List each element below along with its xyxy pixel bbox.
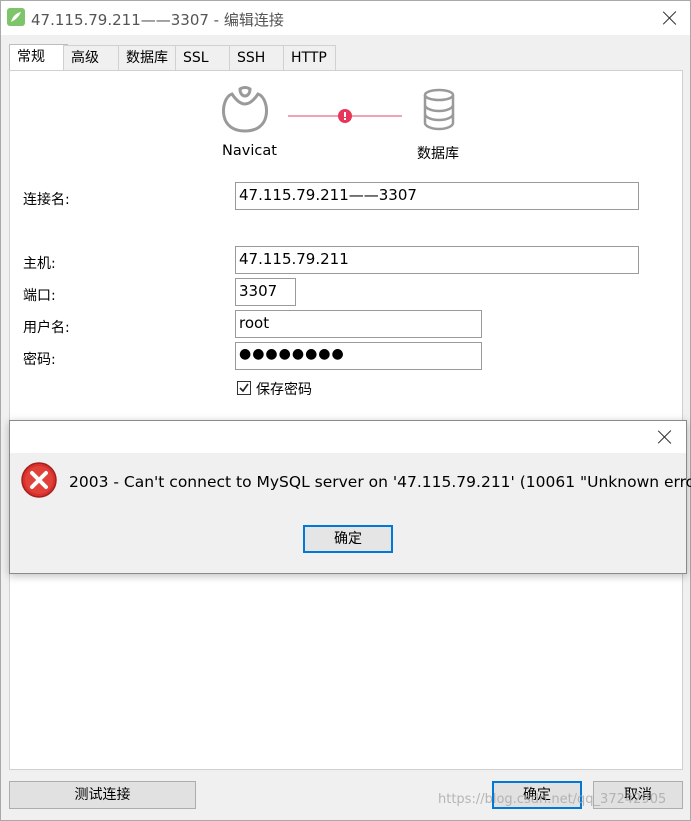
port-input[interactable]: 3307 [235, 278, 296, 306]
window-title: 47.115.79.211——3307 - 编辑连接 [31, 11, 284, 29]
error-dialog-title-bar [10, 421, 686, 453]
navicat-app-icon [7, 8, 25, 26]
edit-connection-window: 47.115.79.211——3307 - 编辑连接 常规 高级 数据库 SSL… [0, 0, 691, 821]
password-label: 密码: [23, 352, 56, 368]
error-ok-button[interactable]: 确定 [303, 525, 393, 553]
connection-name-input[interactable]: 47.115.79.211——3307 [235, 182, 639, 210]
tab-label: 高级 [71, 50, 99, 66]
tab-label: SSH [237, 50, 266, 66]
error-dialog-close-icon[interactable] [655, 427, 675, 447]
database-label: 数据库 [417, 146, 459, 162]
tab-databases[interactable]: 数据库 [118, 45, 177, 70]
username-label: 用户名: [23, 320, 70, 336]
error-dialog: 2003 - Can't connect to MySQL server on … [9, 420, 691, 574]
watermark: https://blog.csdn.net/qq_37242905 [438, 792, 667, 807]
navicat-seal-icon [222, 86, 268, 133]
host-input[interactable]: 47.115.79.211 [235, 246, 639, 274]
tab-advanced[interactable]: 高级 [63, 45, 120, 70]
host-label: 主机: [23, 256, 56, 272]
tab-http[interactable]: HTTP [283, 45, 336, 70]
save-password-checkbox[interactable] [237, 381, 251, 395]
tab-label: SSL [183, 50, 209, 66]
error-dialog-body: 2003 - Can't connect to MySQL server on … [10, 453, 691, 573]
tab-ssl[interactable]: SSL [175, 45, 231, 70]
navicat-label: Navicat [222, 143, 277, 159]
tab-general[interactable]: 常规 [9, 44, 68, 71]
test-connection-button[interactable]: 测试连接 [9, 781, 196, 809]
save-password-label: 保存密码 [256, 382, 312, 398]
error-icon [21, 462, 57, 498]
password-input[interactable]: ●●●●●●●● [235, 342, 482, 370]
tab-label: HTTP [291, 50, 327, 66]
tab-label: 数据库 [126, 50, 168, 66]
title-bar: 47.115.79.211——3307 - 编辑连接 [1, 1, 690, 35]
connection-name-label: 连接名: [23, 192, 70, 208]
username-input[interactable]: root [235, 310, 482, 338]
connection-error-icon [338, 109, 352, 123]
port-label: 端口: [23, 288, 56, 304]
tab-ssh[interactable]: SSH [229, 45, 285, 70]
database-icon [423, 88, 455, 131]
checkmark-icon [239, 383, 249, 393]
tab-label: 常规 [17, 49, 45, 65]
window-close-icon[interactable] [660, 8, 680, 28]
error-message: 2003 - Can't connect to MySQL server on … [69, 473, 691, 491]
